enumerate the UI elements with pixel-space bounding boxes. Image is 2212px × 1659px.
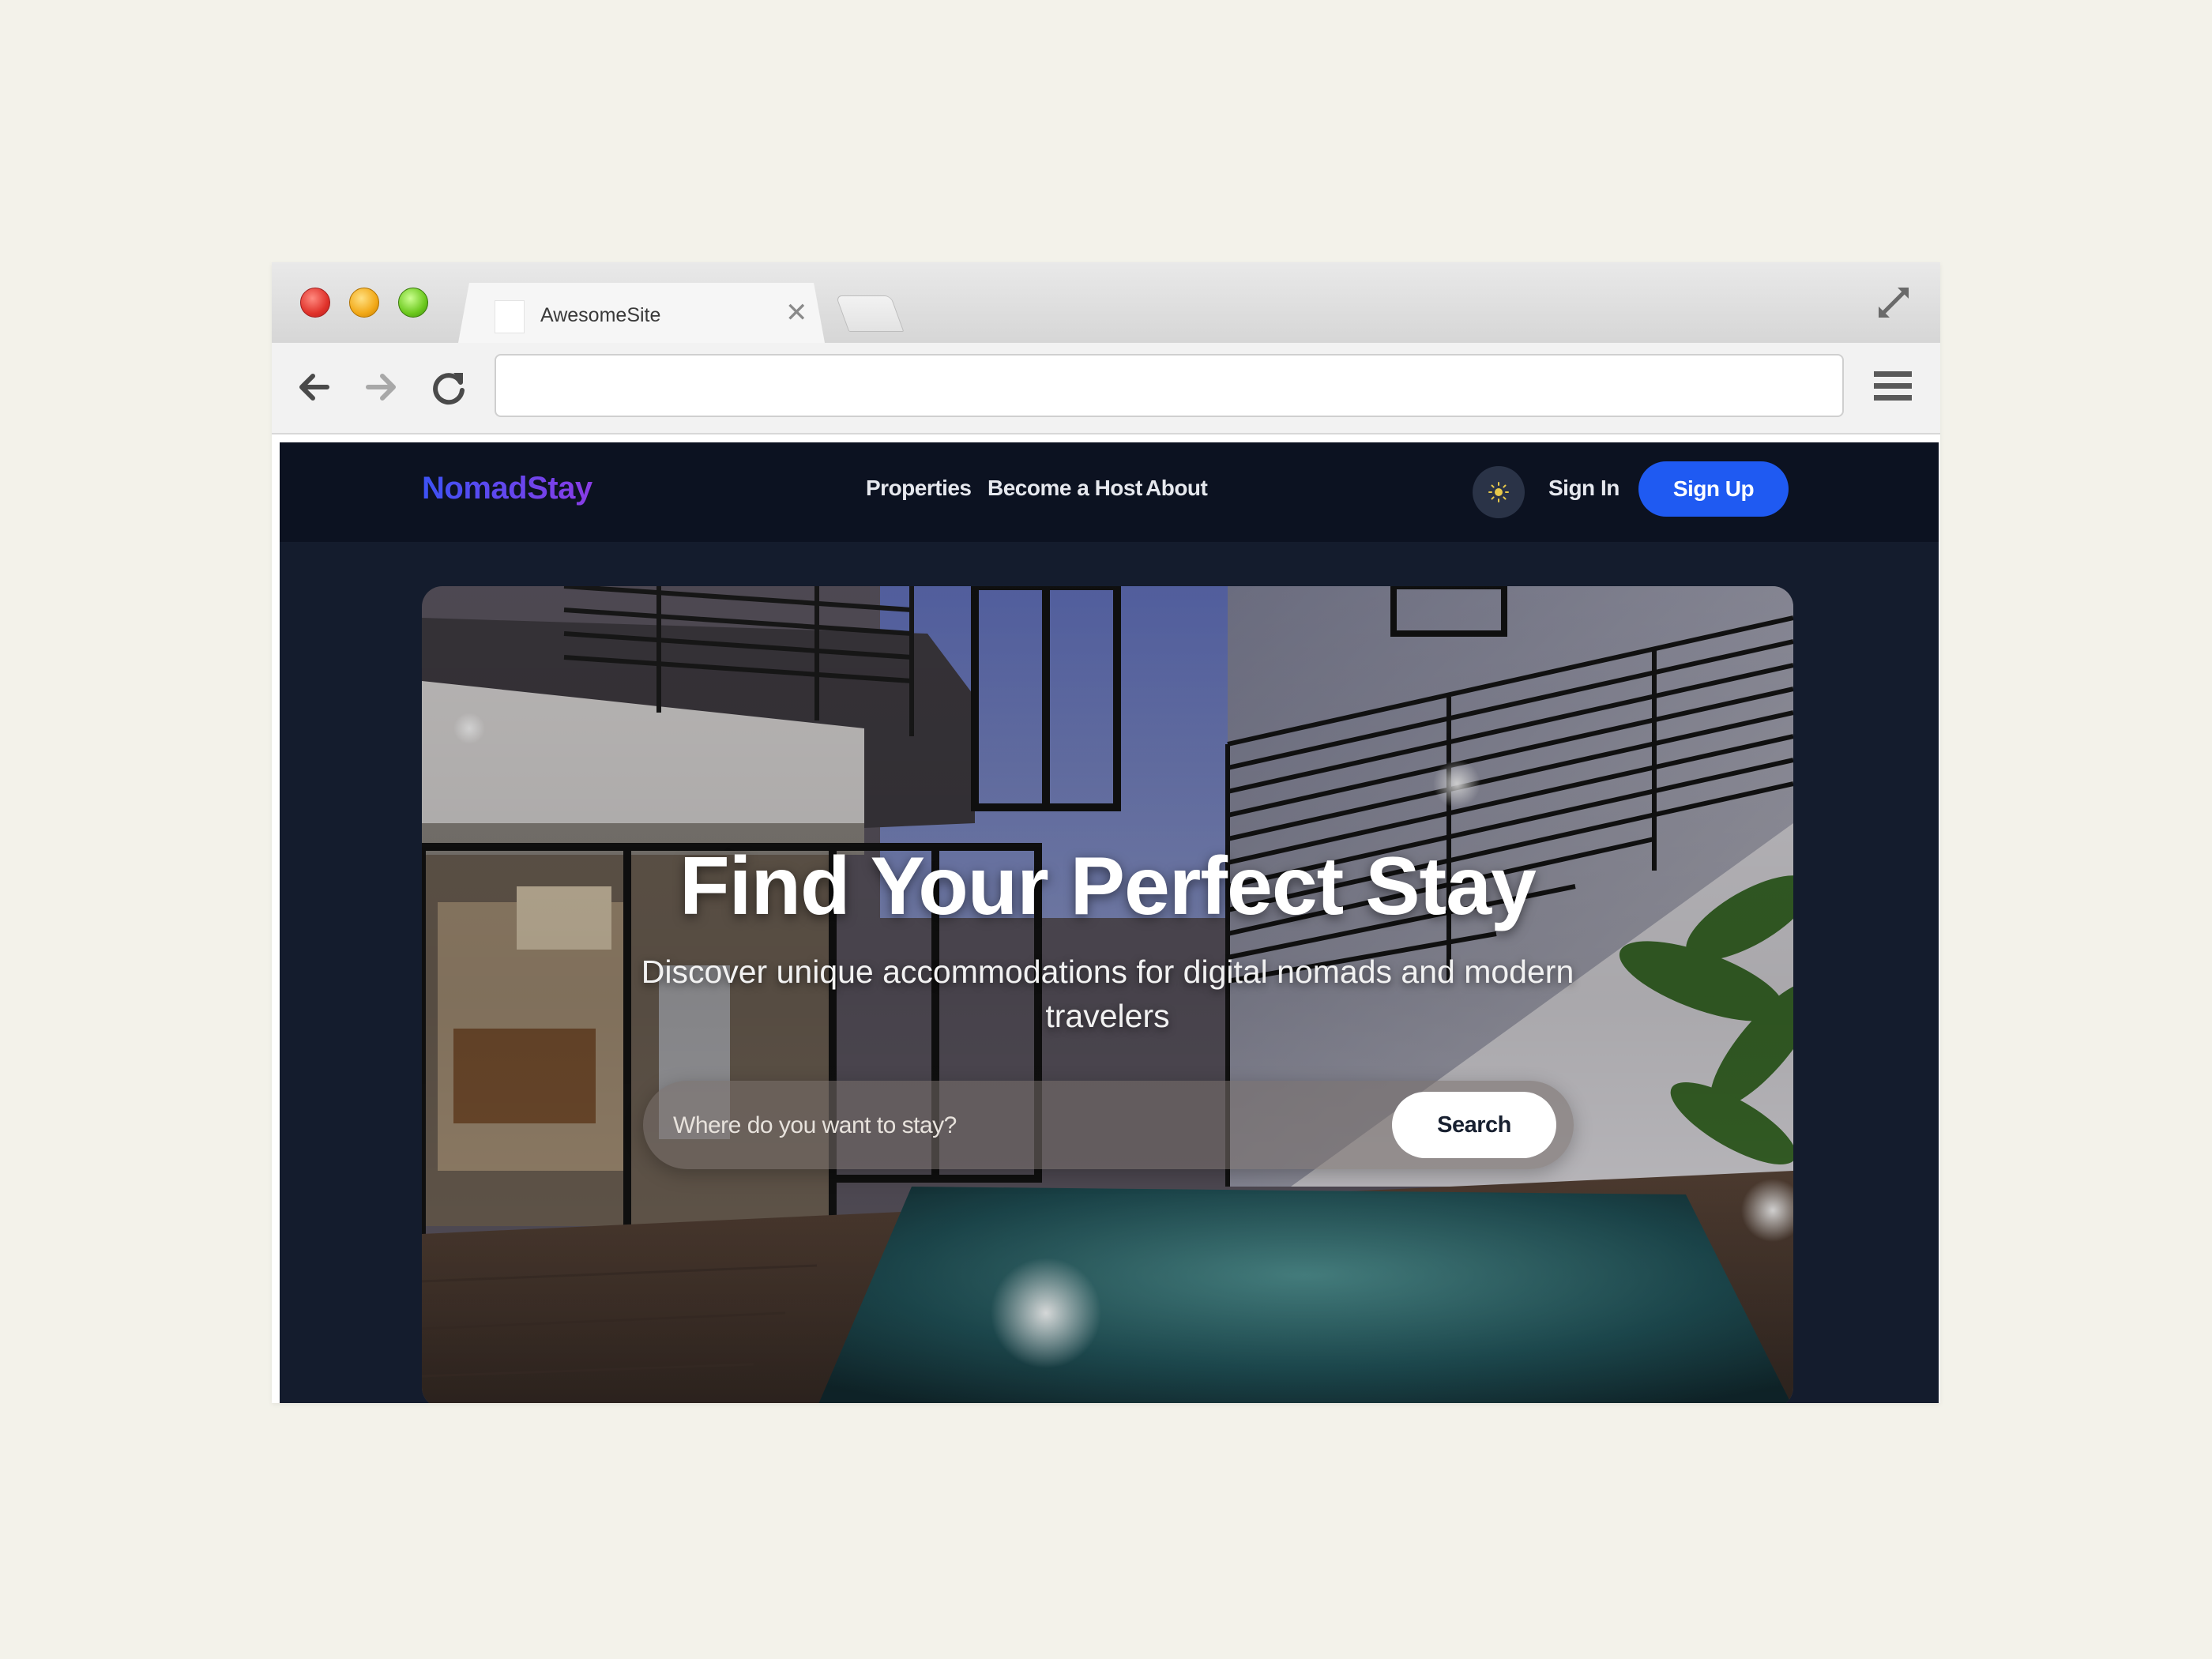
- browser-tab[interactable]: AwesomeSite ✕: [458, 283, 825, 343]
- minimize-window-button[interactable]: [349, 288, 379, 318]
- hero-subtitle: Discover unique accommodations for digit…: [641, 954, 1574, 1034]
- address-bar[interactable]: [495, 354, 1844, 417]
- new-tab-button[interactable]: [835, 295, 905, 332]
- destination-search-input[interactable]: [672, 1098, 1370, 1153]
- tab-title: AwesomeSite: [540, 304, 661, 326]
- website-viewport: NomadStay Properties Become a Host About: [280, 442, 1939, 1403]
- hero-title: Find Your Perfect Stay: [679, 841, 1537, 932]
- nav-link-properties[interactable]: Properties: [866, 474, 972, 502]
- site-header: NomadStay Properties Become a Host About: [280, 442, 1939, 542]
- destination-search-bar: Search: [643, 1081, 1574, 1169]
- reload-icon[interactable]: [427, 365, 471, 409]
- sun-icon: [1488, 482, 1509, 502]
- close-window-button[interactable]: [300, 288, 330, 318]
- nav-link-about[interactable]: About: [1146, 474, 1208, 502]
- theme-toggle-button[interactable]: [1473, 466, 1525, 518]
- hero-banner: Find Your Perfect Stay Discover unique a…: [422, 586, 1793, 1403]
- search-button[interactable]: Search: [1392, 1092, 1556, 1158]
- close-icon[interactable]: ✕: [785, 299, 808, 327]
- page-favicon-icon: [495, 300, 525, 333]
- forward-arrow-icon[interactable]: [359, 365, 403, 409]
- nav-link-become-a-host[interactable]: Become a Host: [988, 474, 1142, 502]
- sign-in-link[interactable]: Sign In: [1548, 474, 1620, 502]
- browser-tab-bar: AwesomeSite ✕: [272, 262, 1940, 343]
- back-arrow-icon[interactable]: [292, 365, 337, 409]
- browser-window: AwesomeSite ✕ NomadStay Properties Becom…: [272, 262, 1940, 1403]
- hamburger-menu-icon[interactable]: [1872, 368, 1913, 404]
- fullscreen-icon[interactable]: [1874, 283, 1913, 322]
- browser-toolbar: [272, 343, 1940, 434]
- sign-up-button[interactable]: Sign Up: [1638, 461, 1789, 517]
- site-logo[interactable]: NomadStay: [422, 466, 592, 510]
- maximize-window-button[interactable]: [398, 288, 428, 318]
